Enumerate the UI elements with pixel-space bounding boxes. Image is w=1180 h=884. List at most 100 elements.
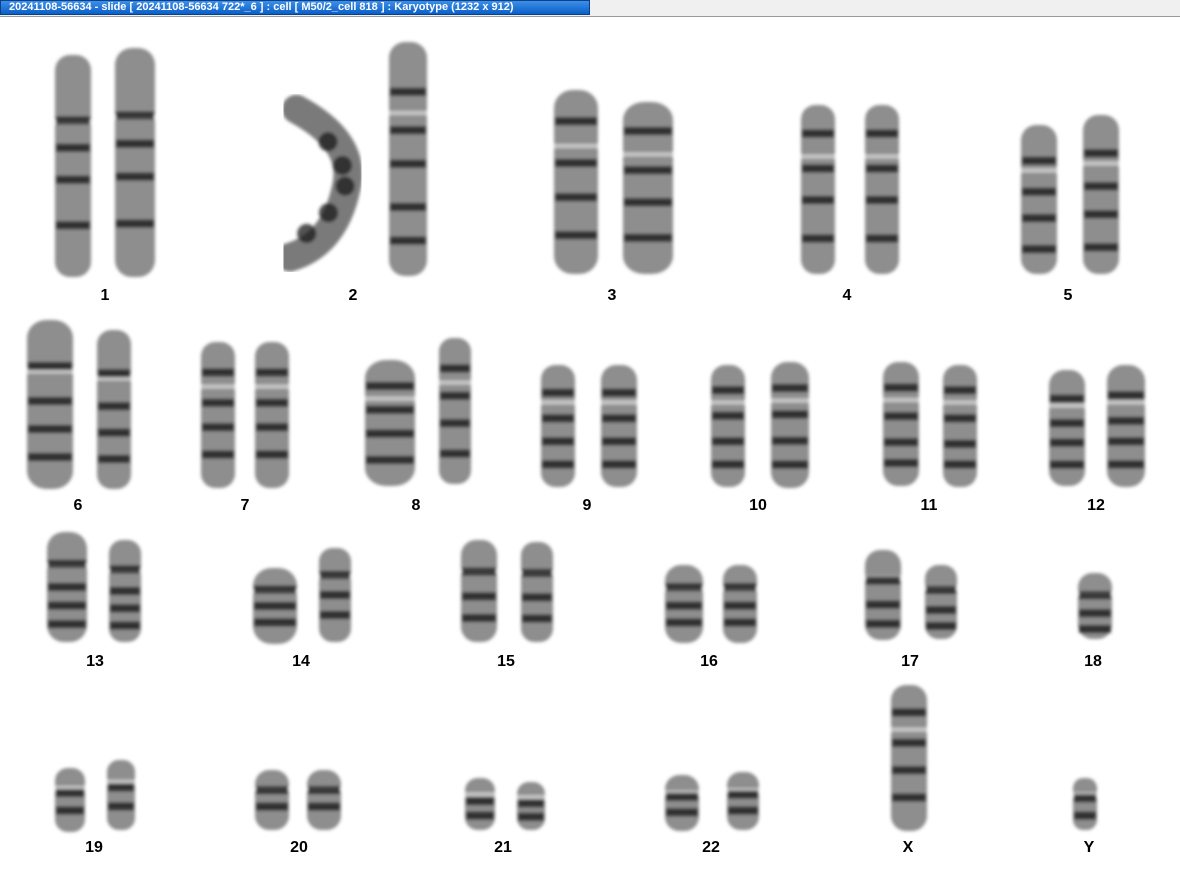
chromosome-label-21: 21 bbox=[494, 839, 512, 856]
chromosome-2-a[interactable] bbox=[275, 87, 363, 272]
chromosome-10-a[interactable] bbox=[708, 362, 748, 490]
chromosome-3-b[interactable] bbox=[620, 99, 676, 277]
chromosome-12-a[interactable] bbox=[1046, 367, 1088, 489]
chromosome-4-a[interactable] bbox=[798, 102, 838, 277]
chromosome-14-b-band-3 bbox=[320, 611, 350, 619]
chromosome-6-b-band-2 bbox=[98, 402, 130, 411]
window-title-tab[interactable]: 20241108-56634 - slide [ 20241108-56634 … bbox=[0, 0, 590, 15]
chromosome-label-17: 17 bbox=[901, 653, 919, 670]
chromosome-6-b[interactable] bbox=[94, 327, 134, 492]
chromosome-5-a[interactable] bbox=[1018, 122, 1060, 277]
chromosome-14-a[interactable] bbox=[250, 565, 300, 647]
chromosome-4-b[interactable] bbox=[862, 102, 902, 277]
chromosome-9-b-band-3 bbox=[602, 437, 636, 446]
chromosome-9-b-band-2 bbox=[602, 414, 636, 423]
chromosome-22-b[interactable] bbox=[724, 769, 762, 833]
chromosome-7-b-band-1 bbox=[256, 368, 288, 377]
chromosome-13-a-band-2 bbox=[48, 583, 86, 591]
chromosome-9-a-band-4 bbox=[542, 460, 574, 469]
chromosome-1-b-body bbox=[115, 48, 155, 277]
chromosome-19-b-body bbox=[107, 760, 135, 830]
chromosome-9-b[interactable] bbox=[598, 362, 640, 490]
chromosome-label-2: 2 bbox=[348, 287, 358, 304]
chromosome-17-a-band-1 bbox=[866, 576, 900, 585]
chromosome-8-b-band-2 bbox=[440, 391, 470, 400]
chromosome-21-a[interactable] bbox=[462, 775, 498, 833]
chromosome-14-a-band-3 bbox=[254, 618, 296, 627]
chromosome-11-b-band-2 bbox=[944, 414, 976, 423]
chromosome-21-b[interactable] bbox=[514, 779, 548, 833]
chromosome-13-a[interactable] bbox=[44, 529, 90, 645]
chromosome-3-b-band-3 bbox=[624, 198, 672, 207]
chromosome-15-b[interactable] bbox=[518, 539, 556, 645]
chromosome-16-b[interactable] bbox=[720, 562, 760, 646]
chromosome-8-a[interactable] bbox=[362, 357, 418, 489]
chromosome-15-a-band-3 bbox=[462, 614, 496, 622]
chromosome-16-a[interactable] bbox=[662, 562, 706, 646]
chromosome-20-a[interactable] bbox=[252, 767, 292, 833]
chromosome-22-a[interactable] bbox=[662, 772, 702, 834]
chromosome-22-b-band-2 bbox=[728, 806, 758, 815]
chromosome-14-b[interactable] bbox=[316, 545, 354, 645]
chromosome-8-a-band-2 bbox=[366, 405, 414, 414]
chromosome-11-a-band-2 bbox=[884, 412, 918, 421]
chromosome-8-a-band-1 bbox=[366, 382, 414, 391]
chromosome-6-a-band-3 bbox=[28, 425, 72, 433]
chromosome-22-a-band-2 bbox=[666, 808, 698, 817]
chromosome-11-a-body bbox=[883, 362, 919, 486]
chromosome-6-a[interactable] bbox=[24, 317, 76, 492]
chromosome-label-1: 1 bbox=[100, 287, 110, 304]
chromosome-21-b-band-1 bbox=[518, 799, 544, 808]
chromosome-Y-a[interactable] bbox=[1070, 775, 1100, 833]
chromosome-7-a[interactable] bbox=[198, 339, 238, 491]
chromosome-18-a[interactable] bbox=[1075, 570, 1115, 642]
chromosome-17-a[interactable] bbox=[862, 547, 904, 643]
chromosome-12-a-band-4 bbox=[1050, 460, 1084, 469]
chromosome-7-b-band-2 bbox=[256, 398, 288, 407]
chromosome-11-a[interactable] bbox=[880, 359, 922, 489]
chromosome-7-b-body bbox=[255, 342, 289, 488]
chromosome-19-a[interactable] bbox=[52, 765, 88, 835]
chromosome-11-b[interactable] bbox=[940, 362, 980, 490]
chromosome-13-b[interactable] bbox=[106, 537, 144, 645]
chromosome-2-b-band-1 bbox=[390, 87, 426, 96]
chromosome-12-b-band-4 bbox=[1108, 460, 1144, 469]
chromosome-5-b[interactable] bbox=[1080, 112, 1122, 277]
chromosome-7-a-band-1 bbox=[202, 368, 234, 377]
chromosome-10-b-body bbox=[771, 362, 809, 488]
chromosome-18-a-band-1 bbox=[1079, 591, 1111, 600]
chromosome-Y-a-band-2 bbox=[1074, 811, 1096, 820]
chromosome-8-a-band-3 bbox=[366, 429, 414, 438]
chromosome-15-a-band-2 bbox=[462, 592, 496, 601]
chromosome-3-a-band-3 bbox=[555, 193, 597, 202]
chromosome-3-a[interactable] bbox=[551, 87, 601, 277]
chromosome-15-a[interactable] bbox=[458, 537, 500, 645]
chromosome-1-b[interactable] bbox=[112, 45, 158, 280]
chromosome-15-b-band-3 bbox=[522, 614, 552, 623]
chromosome-19-b-band-1 bbox=[108, 783, 134, 792]
chromosome-label-X: X bbox=[902, 839, 914, 856]
chromosome-18-a-band-2 bbox=[1079, 609, 1111, 618]
chromosome-22-a-body bbox=[665, 775, 699, 831]
chromosome-1-b-band-4 bbox=[116, 219, 154, 228]
chromosome-label-19: 19 bbox=[85, 839, 103, 856]
chromosome-9-a[interactable] bbox=[538, 362, 578, 490]
chromosome-20-b-body bbox=[307, 770, 341, 830]
chromosome-X-a[interactable] bbox=[888, 682, 930, 834]
chromosome-12-b[interactable] bbox=[1104, 362, 1148, 490]
chromosome-20-b[interactable] bbox=[304, 767, 344, 833]
chromosome-22-b-band-1 bbox=[728, 790, 758, 799]
chromosome-4-b-band-2 bbox=[866, 164, 898, 173]
chromosome-10-a-band-2 bbox=[712, 411, 744, 420]
chromosome-1-a[interactable] bbox=[52, 52, 94, 280]
chromosome-8-b[interactable] bbox=[436, 335, 474, 487]
chromosome-20-b-band-1 bbox=[308, 786, 340, 795]
chromosome-17-b[interactable] bbox=[922, 562, 960, 642]
chromosome-7-b[interactable] bbox=[252, 339, 292, 491]
chromosome-4-b-band-4 bbox=[866, 234, 898, 243]
chromosome-19-b[interactable] bbox=[104, 757, 138, 833]
chromosome-10-b[interactable] bbox=[768, 359, 812, 491]
chromosome-label-15: 15 bbox=[497, 653, 515, 670]
chromosome-label-7: 7 bbox=[240, 497, 250, 514]
chromosome-2-b[interactable] bbox=[386, 39, 430, 279]
